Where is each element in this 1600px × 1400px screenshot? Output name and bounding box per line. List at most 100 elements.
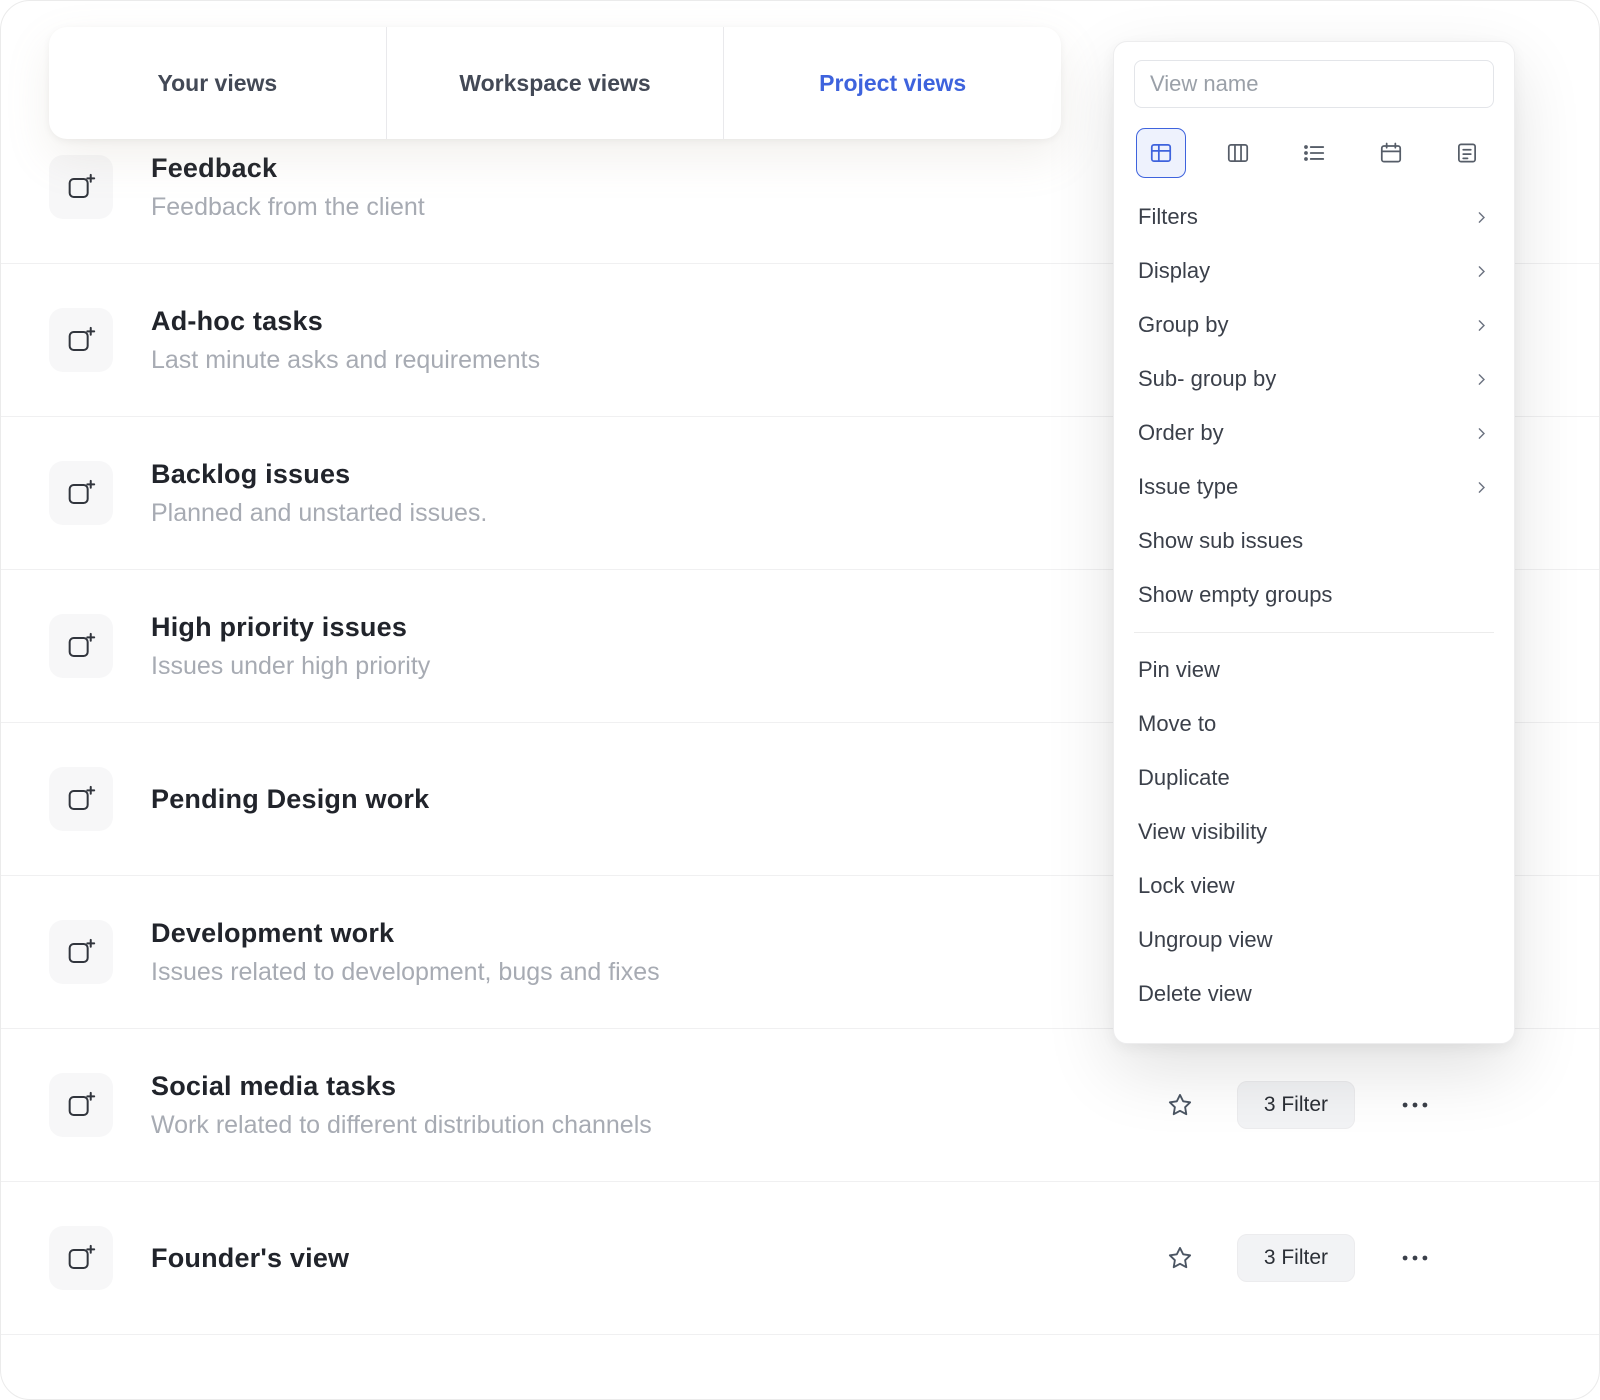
layout-kanban-button[interactable] (1213, 128, 1263, 178)
view-subtitle: Feedback from the client (151, 193, 425, 222)
kanban-icon (1225, 140, 1251, 166)
chevron-right-icon (1473, 479, 1490, 496)
list-icon (1301, 140, 1327, 166)
menu-item-label: Filters (1138, 204, 1198, 230)
view-icon-box (49, 920, 113, 984)
views-page: Your views Workspace views Project views… (0, 0, 1600, 1400)
more-options-icon[interactable] (1397, 1087, 1433, 1123)
view-title: Development work (151, 918, 660, 949)
menu-item-label: Show sub issues (1138, 528, 1303, 554)
view-row-text: Pending Design work (151, 784, 429, 815)
menu-item-ungroup-view[interactable]: Ungroup view (1134, 913, 1494, 967)
menu-item-label: Delete view (1138, 981, 1252, 1007)
view-title: Founder's view (151, 1243, 349, 1274)
view-row-text: Ad-hoc tasks Last minute asks and requir… (151, 306, 540, 375)
view-icon-box (49, 308, 113, 372)
menu-item-duplicate[interactable]: Duplicate (1134, 751, 1494, 805)
menu-item-label: Issue type (1138, 474, 1238, 500)
menu-item-label: View visibility (1138, 819, 1267, 845)
view-icon-box (49, 1073, 113, 1137)
calendar-icon (1378, 140, 1404, 166)
view-row-controls: 3 Filter (1165, 1234, 1433, 1282)
menu-item-pin-view[interactable]: Pin view (1134, 643, 1494, 697)
view-title: High priority issues (151, 612, 430, 643)
view-title: Social media tasks (151, 1071, 652, 1102)
view-row-text: Social media tasks Work related to diffe… (151, 1071, 652, 1140)
favorite-star-icon[interactable] (1165, 1243, 1195, 1273)
tab-your-views[interactable]: Your views (49, 27, 386, 139)
view-icon-box (49, 767, 113, 831)
view-square-plus-icon (65, 783, 97, 815)
menu-divider (1134, 632, 1494, 633)
view-square-plus-icon (65, 324, 97, 356)
view-square-plus-icon (65, 1089, 97, 1121)
view-row-text: Development work Issues related to devel… (151, 918, 660, 987)
view-options-menu: Filters Display Group by Sub- group by O… (1113, 41, 1515, 1044)
menu-item-filters[interactable]: Filters (1134, 190, 1494, 244)
menu-item-display[interactable]: Display (1134, 244, 1494, 298)
menu-item-label: Ungroup view (1138, 927, 1273, 953)
view-subtitle: Work related to different distribution c… (151, 1111, 652, 1140)
chevron-right-icon (1473, 371, 1490, 388)
layout-switcher (1136, 128, 1492, 178)
menu-item-order-by[interactable]: Order by (1134, 406, 1494, 460)
view-row-text: Backlog issues Planned and unstarted iss… (151, 459, 487, 528)
view-title: Ad-hoc tasks (151, 306, 540, 337)
view-subtitle: Issues under high priority (151, 652, 430, 681)
chevron-right-icon (1473, 209, 1490, 226)
filter-count-button[interactable]: 3 Filter (1237, 1081, 1355, 1129)
layout-sheet-button[interactable] (1442, 128, 1492, 178)
layout-list-button[interactable] (1289, 128, 1339, 178)
table-icon (1148, 140, 1174, 166)
menu-item-label: Show empty groups (1138, 582, 1332, 608)
view-row-founders-view[interactable]: Founder's view 3 Filter (1, 1182, 1599, 1335)
view-row-text: Feedback Feedback from the client (151, 153, 425, 222)
chevron-right-icon (1473, 317, 1490, 334)
menu-item-view-visibility[interactable]: View visibility (1134, 805, 1494, 859)
views-tab-bar: Your views Workspace views Project views (49, 27, 1061, 139)
menu-item-label: Pin view (1138, 657, 1220, 683)
menu-item-issue-type[interactable]: Issue type (1134, 460, 1494, 514)
view-square-plus-icon (65, 171, 97, 203)
view-row-controls: 3 Filter (1165, 1081, 1433, 1129)
view-name-input[interactable] (1134, 60, 1494, 108)
view-row-social-media-tasks[interactable]: Social media tasks Work related to diffe… (1, 1029, 1599, 1182)
menu-item-label: Group by (1138, 312, 1229, 338)
view-subtitle: Issues related to development, bugs and … (151, 958, 660, 987)
menu-item-label: Move to (1138, 711, 1216, 737)
view-square-plus-icon (65, 477, 97, 509)
view-row-text: Founder's view (151, 1243, 349, 1274)
menu-item-label: Sub- group by (1138, 366, 1276, 392)
menu-item-lock-view[interactable]: Lock view (1134, 859, 1494, 913)
layout-table-button[interactable] (1136, 128, 1186, 178)
favorite-star-icon[interactable] (1165, 1090, 1195, 1120)
view-row-text: High priority issues Issues under high p… (151, 612, 430, 681)
menu-item-group-by[interactable]: Group by (1134, 298, 1494, 352)
view-subtitle: Last minute asks and requirements (151, 346, 540, 375)
chevron-right-icon (1473, 263, 1490, 280)
tab-project-views[interactable]: Project views (723, 27, 1061, 139)
layout-calendar-button[interactable] (1366, 128, 1416, 178)
tab-workspace-views[interactable]: Workspace views (386, 27, 724, 139)
view-subtitle: Planned and unstarted issues. (151, 499, 487, 528)
menu-item-sub-group-by[interactable]: Sub- group by (1134, 352, 1494, 406)
view-icon-box (49, 461, 113, 525)
view-square-plus-icon (65, 1242, 97, 1274)
menu-item-show-empty-groups[interactable]: Show empty groups (1134, 568, 1494, 622)
filter-count-button[interactable]: 3 Filter (1237, 1234, 1355, 1282)
menu-item-delete-view[interactable]: Delete view (1134, 967, 1494, 1021)
menu-item-show-sub-issues[interactable]: Show sub issues (1134, 514, 1494, 568)
menu-item-label: Lock view (1138, 873, 1235, 899)
view-icon-box (49, 1226, 113, 1290)
view-square-plus-icon (65, 936, 97, 968)
menu-item-label: Order by (1138, 420, 1224, 446)
view-title: Pending Design work (151, 784, 429, 815)
view-square-plus-icon (65, 630, 97, 662)
view-icon-box (49, 614, 113, 678)
view-title: Feedback (151, 153, 425, 184)
sheet-icon (1454, 140, 1480, 166)
menu-item-move-to[interactable]: Move to (1134, 697, 1494, 751)
chevron-right-icon (1473, 425, 1490, 442)
view-title: Backlog issues (151, 459, 487, 490)
more-options-icon[interactable] (1397, 1240, 1433, 1276)
